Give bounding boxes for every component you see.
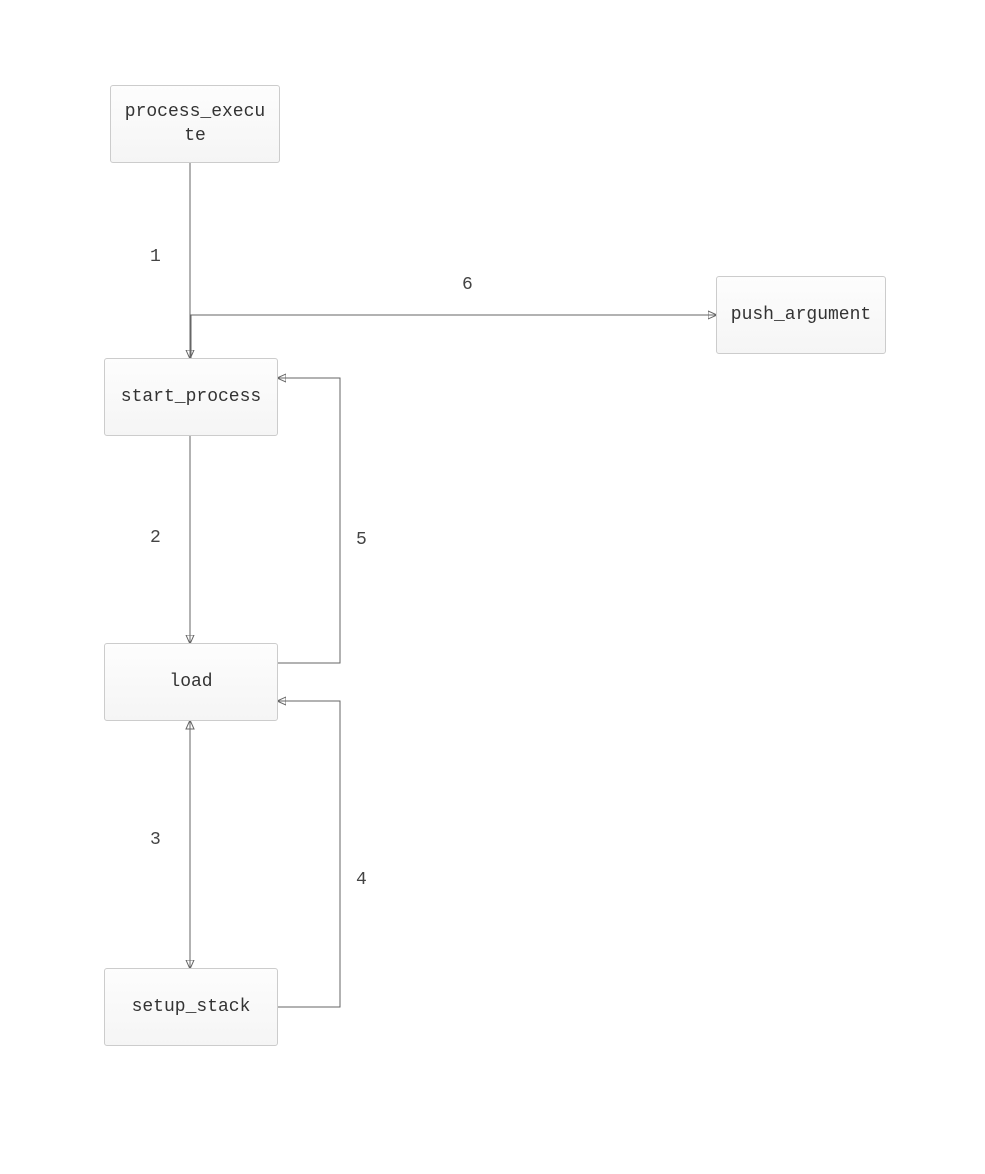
- edge-5: [278, 378, 340, 663]
- edge-4: [278, 701, 340, 1007]
- node-label: load: [169, 670, 212, 694]
- node-process-execute[interactable]: process_execute: [110, 85, 280, 163]
- node-push-argument[interactable]: push_argument: [716, 276, 886, 354]
- edge-label-5: 5: [356, 530, 367, 550]
- node-label: push_argument: [731, 303, 871, 327]
- node-start-process[interactable]: start_process: [104, 358, 278, 436]
- node-label: setup_stack: [132, 995, 251, 1019]
- node-label: process_execute: [121, 100, 269, 149]
- edge-label-2: 2: [150, 528, 161, 548]
- edge-label-3: 3: [150, 830, 161, 850]
- node-setup-stack[interactable]: setup_stack: [104, 968, 278, 1046]
- diagram-canvas: process_execute start_process load setup…: [0, 0, 985, 1174]
- node-label: start_process: [121, 385, 261, 409]
- node-load[interactable]: load: [104, 643, 278, 721]
- edge-label-1: 1: [150, 247, 161, 267]
- edge-6: [191, 315, 716, 358]
- edge-label-4: 4: [356, 870, 367, 890]
- edge-label-6: 6: [462, 275, 473, 295]
